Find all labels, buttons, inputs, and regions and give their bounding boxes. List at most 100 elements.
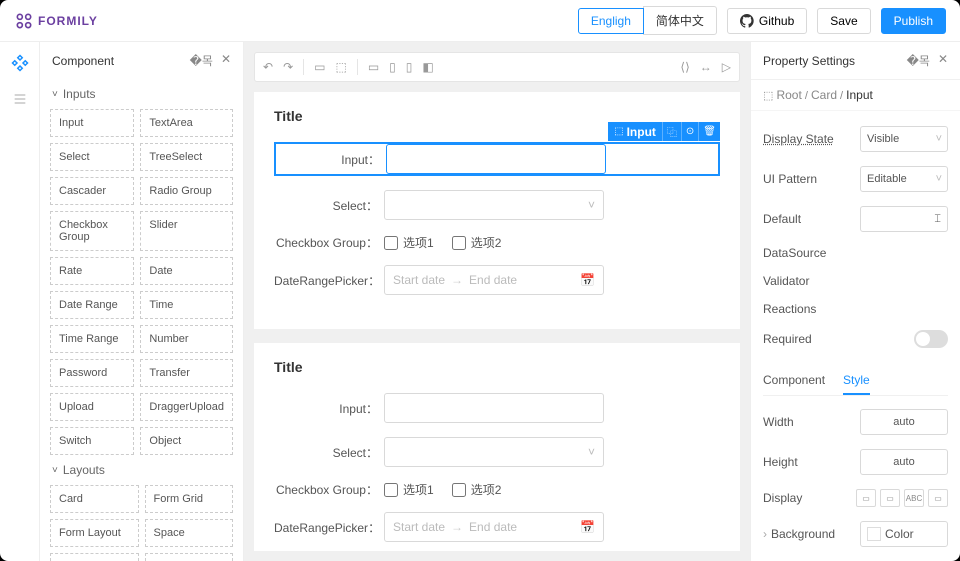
- selection-tag-label[interactable]: ⬚ Input: [608, 122, 662, 141]
- delete-icon[interactable]: 🗑: [698, 122, 720, 141]
- prop-reactions[interactable]: Reactions: [763, 302, 948, 316]
- component-slider[interactable]: Slider: [140, 211, 233, 251]
- component-space[interactable]: Space: [145, 519, 234, 547]
- component-formtab[interactable]: FormTab: [50, 553, 139, 561]
- publish-button[interactable]: Publish: [881, 8, 946, 34]
- breadcrumb[interactable]: ⬚ Root / Card / Input: [751, 80, 960, 111]
- select-control[interactable]: [384, 190, 604, 220]
- component-switch[interactable]: Switch: [50, 427, 134, 455]
- tab-style[interactable]: Style: [843, 367, 870, 395]
- component-form-grid[interactable]: Form Grid: [145, 485, 234, 513]
- select-icon[interactable]: ⬚: [335, 60, 346, 74]
- save-button[interactable]: Save: [817, 8, 870, 34]
- prop-width: Width: [763, 415, 860, 429]
- component-date[interactable]: Date: [140, 257, 233, 285]
- form-card[interactable]: Title ⬚ Input ⿻ ⊙ 🗑 Input: [254, 92, 740, 329]
- prop-display-state: Display State: [763, 132, 860, 146]
- component-cascader[interactable]: Cascader: [50, 177, 134, 205]
- prop-required: Required: [763, 332, 914, 346]
- component-rate[interactable]: Rate: [50, 257, 134, 285]
- component-object[interactable]: Object: [140, 427, 233, 455]
- outline-tab-icon[interactable]: [9, 88, 31, 110]
- display-options[interactable]: ▭▭ABC▭: [856, 489, 948, 507]
- component-draggerupload[interactable]: DraggerUpload: [140, 393, 233, 421]
- pin-icon[interactable]: �목: [907, 52, 930, 69]
- component-input[interactable]: Input: [50, 109, 134, 137]
- field-checkbox[interactable]: Checkbox Group 选项1选项2: [274, 234, 720, 251]
- prop-validator[interactable]: Validator: [763, 274, 948, 288]
- component-number[interactable]: Number: [140, 325, 233, 353]
- property-panel-title: Property Settings: [763, 54, 855, 68]
- settings-icon[interactable]: ⊙: [681, 122, 698, 141]
- redo-icon[interactable]: ↷: [283, 60, 293, 74]
- mobile-icon[interactable]: ▯: [406, 60, 413, 74]
- input-control[interactable]: [384, 393, 604, 423]
- field-select[interactable]: Select: [274, 437, 720, 467]
- field-input[interactable]: Input: [274, 142, 720, 176]
- width-input[interactable]: auto: [860, 409, 948, 435]
- checkbox-option[interactable]: 选项2: [452, 234, 502, 251]
- field-checkbox[interactable]: Checkbox Group 选项1选项2: [274, 481, 720, 498]
- logo: FORMILY: [14, 11, 98, 31]
- component-formcollapse[interactable]: FormCollapse: [145, 553, 234, 561]
- component-textarea[interactable]: TextArea: [140, 109, 233, 137]
- select-control[interactable]: [384, 437, 604, 467]
- category-inputs[interactable]: Inputs: [50, 79, 233, 109]
- component-password[interactable]: Password: [50, 359, 134, 387]
- field-select[interactable]: Select: [274, 190, 720, 220]
- checkbox-option[interactable]: 选项2: [452, 481, 502, 498]
- undo-icon[interactable]: ↶: [263, 60, 273, 74]
- preview-icon[interactable]: ▷: [722, 60, 731, 74]
- required-toggle[interactable]: [914, 330, 948, 348]
- component-radio-group[interactable]: Radio Group: [140, 177, 233, 205]
- field-input[interactable]: Input: [274, 393, 720, 423]
- daterange-control[interactable]: Start date→End date📅: [384, 265, 604, 295]
- display-state-select[interactable]: Visible: [860, 126, 948, 152]
- canvas-toolbar: ↶ ↷ ▭ ⬚ ▭ ▯ ▯ ◧ ⟨⟩ ↔ ▷: [254, 52, 740, 82]
- prop-ui-pattern: UI Pattern: [763, 172, 860, 186]
- component-checkbox-group[interactable]: Checkbox Group: [50, 211, 134, 251]
- calendar-icon: 📅: [580, 273, 595, 287]
- prop-background[interactable]: BackgroundColor: [763, 514, 948, 554]
- close-icon[interactable]: ✕: [938, 52, 948, 69]
- desktop-icon[interactable]: ▭: [368, 60, 379, 74]
- lang-english-button[interactable]: Engligh: [578, 8, 644, 34]
- field-daterange[interactable]: DateRangePicker Start date→End date📅: [274, 512, 720, 542]
- responsive-icon[interactable]: ◧: [422, 60, 433, 74]
- component-card[interactable]: Card: [50, 485, 139, 513]
- close-icon[interactable]: ✕: [221, 52, 231, 69]
- tab-component[interactable]: Component: [763, 367, 825, 395]
- category-layouts[interactable]: Layouts: [50, 455, 233, 485]
- prop-boxshadow[interactable]: Box ShadowColor: [763, 554, 948, 561]
- checkbox-option[interactable]: 选项1: [384, 481, 434, 498]
- prop-datasource[interactable]: DataSource: [763, 246, 948, 260]
- component-transfer[interactable]: Transfer: [140, 359, 233, 387]
- ui-pattern-select[interactable]: Editable: [860, 166, 948, 192]
- component-upload[interactable]: Upload: [50, 393, 134, 421]
- component-select[interactable]: Select: [50, 143, 134, 171]
- component-form-layout[interactable]: Form Layout: [50, 519, 139, 547]
- component-date-range[interactable]: Date Range: [50, 291, 134, 319]
- tablet-icon[interactable]: ▯: [389, 60, 396, 74]
- checkbox-option[interactable]: 选项1: [384, 234, 434, 251]
- json-icon[interactable]: ⟨⟩: [680, 60, 689, 74]
- calendar-icon: 📅: [580, 520, 595, 534]
- pin-icon[interactable]: �목: [190, 52, 213, 69]
- prop-display: Display: [763, 491, 856, 505]
- daterange-control[interactable]: Start date→End date📅: [384, 512, 604, 542]
- selection-tag: ⬚ Input ⿻ ⊙ 🗑: [608, 122, 720, 141]
- fullwidth-icon[interactable]: ↔: [700, 60, 712, 74]
- default-input[interactable]: ⌶: [860, 206, 948, 232]
- input-control[interactable]: [386, 144, 606, 174]
- component-time-range[interactable]: Time Range: [50, 325, 134, 353]
- component-time[interactable]: Time: [140, 291, 233, 319]
- field-daterange[interactable]: DateRangePicker Start date→End date📅: [274, 265, 720, 295]
- component-treeselect[interactable]: TreeSelect: [140, 143, 233, 171]
- copy-icon[interactable]: ⿻: [662, 122, 681, 141]
- form-card[interactable]: Title Input Select Checkbox Group 选项1选项2: [254, 343, 740, 551]
- height-input[interactable]: auto: [860, 449, 948, 475]
- lang-chinese-button[interactable]: 简体中文: [643, 6, 717, 35]
- components-tab-icon[interactable]: [9, 52, 31, 74]
- cursor-icon[interactable]: ▭: [314, 60, 325, 74]
- github-button[interactable]: Github: [727, 8, 807, 34]
